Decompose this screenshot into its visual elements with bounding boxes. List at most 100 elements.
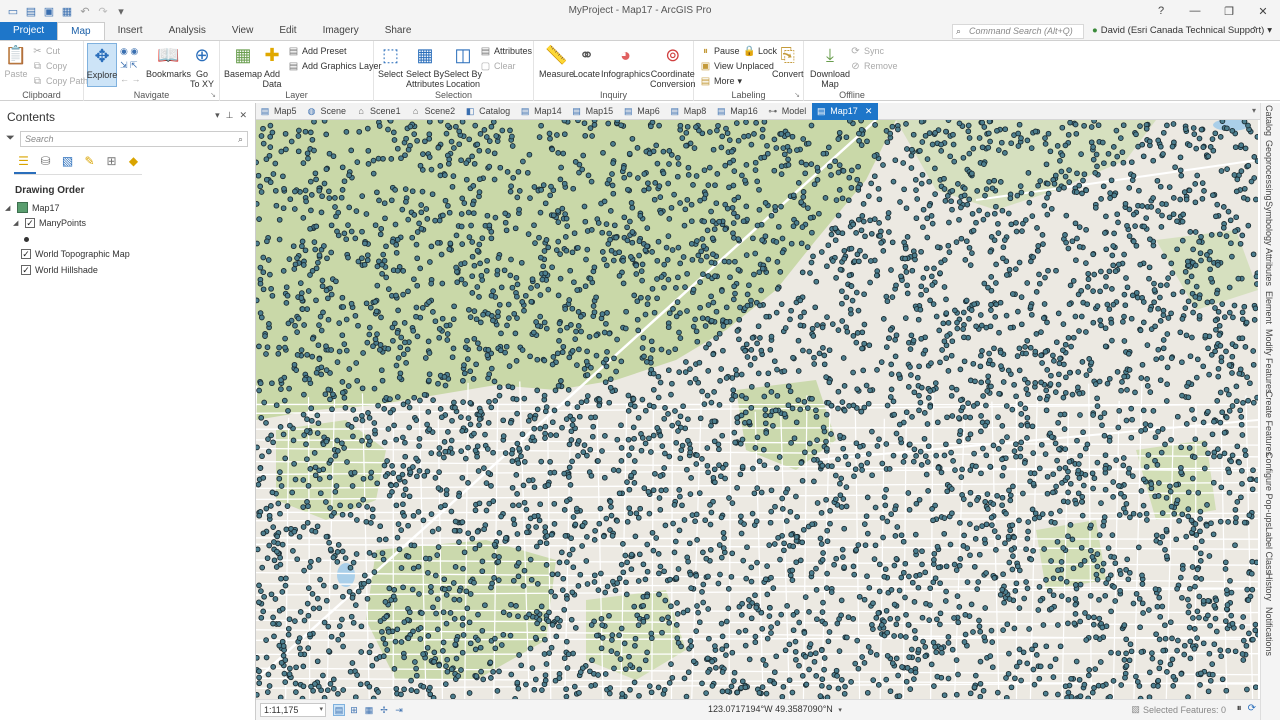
add-graphics-layer-button[interactable]: ▤ Add Graphics Layer (288, 59, 382, 73)
tab-catalog[interactable]: ◧ Catalog (461, 103, 516, 120)
tab-map16[interactable]: ▤ Map16 (712, 103, 764, 120)
view-unplaced-button[interactable]: ▣ View Unplaced (700, 59, 774, 73)
convert-button[interactable]: ⎘ Convert (772, 43, 804, 79)
customize-qat-icon[interactable]: ▾ (114, 4, 128, 18)
fixed-zoom-icon[interactable]: ⇲ ⇱ (120, 58, 138, 72)
layer-visibility-checkbox[interactable]: ✓ (21, 265, 31, 275)
point-feature (801, 309, 807, 316)
tab-project[interactable]: Project (0, 22, 58, 40)
tree-item-world-hillshade[interactable]: ✓ World Hillshade (21, 265, 98, 275)
copy-button[interactable]: ⧉ Copy (32, 59, 67, 73)
cut-button[interactable]: ✂ Cut (32, 44, 60, 58)
previous-extent-icon[interactable]: ← → (120, 72, 141, 86)
restore-button[interactable]: ❐ (1212, 0, 1246, 22)
map-view[interactable] (256, 120, 1258, 699)
more-labeling-button[interactable]: ▤ More ▾ (700, 74, 742, 88)
explore-button[interactable]: ✥ Explore (87, 43, 117, 87)
labeling-view-icon[interactable]: ◆ (126, 153, 141, 168)
pane-options-icon[interactable]: ▾ (215, 110, 220, 121)
tab-scene2[interactable]: ⌂ Scene2 (407, 103, 462, 120)
labeling-launcher-icon[interactable]: ↘ (794, 91, 800, 99)
tab-share[interactable]: Share (372, 22, 425, 40)
new-project-icon[interactable]: ▭ (6, 4, 20, 18)
collapse-icon[interactable]: ◢ (5, 204, 13, 212)
tab-model[interactable]: ⊶ Model (764, 103, 813, 120)
open-icon[interactable]: ▤ (24, 4, 38, 18)
point-feature (1160, 129, 1167, 136)
tabs-overflow-icon[interactable]: ▾ (1252, 106, 1256, 115)
close-button[interactable]: ✕ (1246, 0, 1280, 22)
copy-path-button[interactable]: ⧉ Copy Path (32, 74, 88, 88)
tab-map[interactable]: Map (57, 22, 105, 40)
tab-imagery[interactable]: Imagery (310, 22, 372, 40)
point-feature (965, 128, 972, 135)
point-feature (729, 649, 736, 656)
clear-selection-button[interactable]: ▢ Clear (480, 59, 516, 73)
tab-scene[interactable]: ◍ Scene (303, 103, 353, 120)
snapping-view-icon[interactable]: ⊞ (104, 153, 119, 168)
add-data-button[interactable]: ✚ Add Data (260, 43, 284, 89)
map-canvas[interactable] (256, 120, 1258, 699)
infographics-button[interactable]: ◕ Infographics (601, 43, 650, 79)
point-feature (1193, 283, 1200, 290)
tab-insert[interactable]: Insert (105, 22, 156, 40)
measure-button[interactable]: 📏 Measure (539, 43, 574, 79)
contents-search-input[interactable]: Search ⌕ (20, 131, 248, 147)
paste-button[interactable]: 📋 Paste (4, 43, 28, 79)
select-button[interactable]: ⬚ Select (378, 43, 403, 79)
save-as-icon[interactable]: ▦ (60, 4, 74, 18)
close-pane-icon[interactable]: ✕ (239, 110, 247, 121)
point-feature (604, 583, 611, 590)
navigate-launcher-icon[interactable]: ↘ (210, 91, 216, 99)
pause-labels-button[interactable]: ⏸ Pause (700, 44, 740, 58)
go-to-xy-button[interactable]: ⊕ Go To XY (190, 43, 214, 89)
layer-visibility-checkbox[interactable]: ✓ (25, 218, 35, 228)
close-tab-icon[interactable]: ✕ (865, 106, 873, 117)
remove-button[interactable]: ⊘ Remove (850, 59, 897, 73)
attributes-button[interactable]: ▤ Attributes (480, 44, 532, 58)
sync-button[interactable]: ⟳ Sync (850, 44, 884, 58)
editing-view-icon[interactable]: ✎ (82, 153, 97, 168)
point-feature (1242, 145, 1249, 152)
tree-item-world-topographic-map[interactable]: ✓ World Topographic Map (21, 249, 130, 259)
add-preset-button[interactable]: ▤ Add Preset (288, 44, 347, 58)
drawing-order-icon[interactable]: ☰ (16, 153, 31, 168)
user-account[interactable]: ● David (Esri Canada Technical Support) … (1092, 25, 1272, 36)
full-extent-icon[interactable]: ◉ ◉ (120, 44, 138, 58)
tab-scene1[interactable]: ⌂ Scene1 (352, 103, 407, 120)
coordinate-conversion-button[interactable]: ⊚ Coordinate Conversion (650, 43, 696, 89)
tab-edit[interactable]: Edit (266, 22, 309, 40)
selection-view-icon[interactable]: ▧ (60, 153, 75, 168)
save-icon[interactable]: ▣ (42, 4, 56, 18)
tab-map15[interactable]: ▤ Map15 (568, 103, 620, 120)
point-feature (1219, 120, 1226, 124)
locate-button[interactable]: ⚭ Locate (573, 43, 600, 79)
bookmarks-button[interactable]: 📖 Bookmarks (146, 43, 191, 79)
tab-view[interactable]: View (219, 22, 267, 40)
tab-map5[interactable]: ▤ Map5 (256, 103, 303, 120)
filter-icon[interactable]: ⏷ (6, 132, 15, 145)
tree-item-manypoints[interactable]: ◢ ✓ ManyPoints (13, 218, 86, 228)
basemap-button[interactable]: ▦ Basemap (224, 43, 262, 79)
tab-map8[interactable]: ▤ Map8 (666, 103, 713, 120)
select-by-location-button[interactable]: ◫ Select By Location (444, 43, 482, 89)
tab-map17[interactable]: ▤ Map17 ✕ (812, 102, 879, 120)
tab-analysis[interactable]: Analysis (156, 22, 219, 40)
ribbon-collapse-icon[interactable]: ⌃ (1251, 25, 1259, 36)
minimize-button[interactable]: — (1178, 0, 1212, 22)
tree-item-map17[interactable]: ◢ Map17 (5, 202, 60, 213)
data-source-icon[interactable]: ⛁ (38, 153, 53, 168)
select-by-attributes-button[interactable]: ▦ Select By Attributes (406, 43, 444, 89)
download-map-button[interactable]: ⤓ Download Map (810, 43, 850, 89)
point-symbol-icon[interactable] (24, 237, 29, 242)
tab-map14[interactable]: ▤ Map14 (516, 103, 568, 120)
point-feature (693, 461, 700, 467)
collapse-icon[interactable]: ◢ (13, 219, 21, 227)
help-button[interactable]: ? (1144, 0, 1178, 22)
layer-visibility-checkbox[interactable]: ✓ (21, 249, 31, 259)
undo-icon[interactable]: ↶ (78, 4, 92, 18)
command-search-input[interactable]: ⌕ Command Search (Alt+Q) (952, 24, 1084, 39)
pin-icon[interactable]: ⊥ (226, 110, 234, 121)
redo-icon[interactable]: ↷ (96, 4, 110, 18)
tab-map6[interactable]: ▤ Map6 (619, 103, 666, 120)
